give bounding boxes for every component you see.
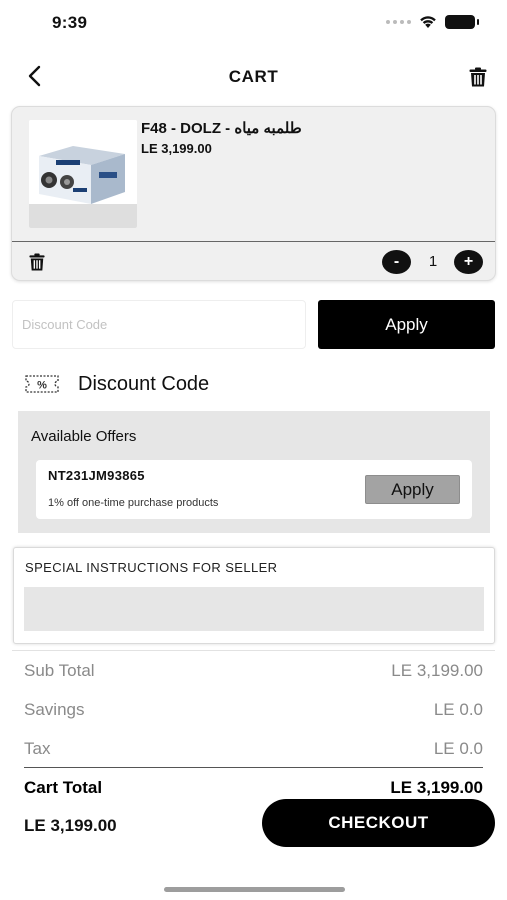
- product-price: LE 3,199.00: [141, 141, 212, 156]
- trash-icon: [469, 67, 487, 87]
- quantity-value: 1: [428, 253, 438, 270]
- offer-code: NT231JM93865: [48, 468, 145, 483]
- cart-total-row: Cart Total LE 3,199.00: [24, 778, 483, 796]
- coupon-icon: %: [24, 374, 60, 394]
- offers-title: Available Offers: [31, 428, 137, 445]
- subtotal-label: Sub Total: [24, 661, 95, 680]
- svg-text:%: %: [37, 380, 47, 392]
- card-divider: [12, 241, 495, 242]
- special-instructions-label: SPECIAL INSTRUCTIONS FOR SELLER: [25, 560, 278, 575]
- battery-icon: [445, 15, 479, 29]
- home-indicator: [164, 887, 345, 892]
- tax-row: Tax LE 0.0: [24, 739, 483, 759]
- discount-code-input[interactable]: [12, 300, 306, 349]
- apply-offer-button[interactable]: Apply: [365, 475, 460, 504]
- status-time: 9:39: [52, 13, 88, 32]
- remove-item-button[interactable]: [26, 251, 48, 273]
- totals-divider: [24, 767, 483, 768]
- available-offers-panel: Available Offers NT231JM93865 1% off one…: [18, 411, 490, 533]
- quantity-decrement-button[interactable]: -: [382, 250, 411, 274]
- cart-total-value: LE 3,199.00: [390, 778, 483, 796]
- product-image[interactable]: [29, 120, 137, 228]
- checkout-bar: LE 3,199.00 CHECKOUT: [0, 796, 507, 900]
- cart-item-card: F48 - DOLZ - طلمبه مياه LE 3,199.00 - 1 …: [11, 106, 496, 281]
- product-name: F48 - DOLZ - طلمبه مياه: [141, 120, 302, 137]
- tax-value: LE 0.0: [433, 739, 483, 758]
- savings-value: LE 0.0: [433, 700, 483, 719]
- subtotal-row: Sub Total LE 3,199.00: [24, 661, 483, 681]
- wifi-icon: [420, 16, 436, 28]
- offer-description: 1% off one-time purchase products: [48, 497, 219, 509]
- discount-code-heading: % Discount Code: [24, 370, 209, 398]
- status-icons: [386, 15, 479, 29]
- cart-total-label: Cart Total: [24, 778, 103, 796]
- tax-label: Tax: [24, 739, 51, 758]
- page-title: CART: [228, 67, 279, 86]
- order-summary: Sub Total LE 3,199.00 Savings LE 0.0 Tax…: [12, 650, 495, 796]
- trash-icon: [29, 253, 45, 271]
- status-bar: 9:39: [0, 0, 507, 48]
- checkout-button[interactable]: CHECKOUT: [262, 799, 495, 847]
- special-instructions-section: SPECIAL INSTRUCTIONS FOR SELLER: [13, 547, 495, 644]
- discount-heading-label: Discount Code: [78, 372, 210, 395]
- signal-dots-icon: [386, 20, 411, 24]
- special-instructions-field[interactable]: [24, 587, 484, 631]
- apply-discount-button[interactable]: Apply: [318, 300, 495, 349]
- subtotal-value: LE 3,199.00: [391, 661, 483, 680]
- quantity-increment-button[interactable]: +: [454, 250, 483, 274]
- checkout-total: LE 3,199.00: [24, 816, 117, 835]
- savings-row: Savings LE 0.0: [24, 700, 483, 720]
- nav-bar: CART: [0, 56, 507, 96]
- clear-cart-button[interactable]: [465, 64, 491, 90]
- offer-card: NT231JM93865 1% off one-time purchase pr…: [36, 460, 472, 519]
- savings-label: Savings: [24, 700, 85, 719]
